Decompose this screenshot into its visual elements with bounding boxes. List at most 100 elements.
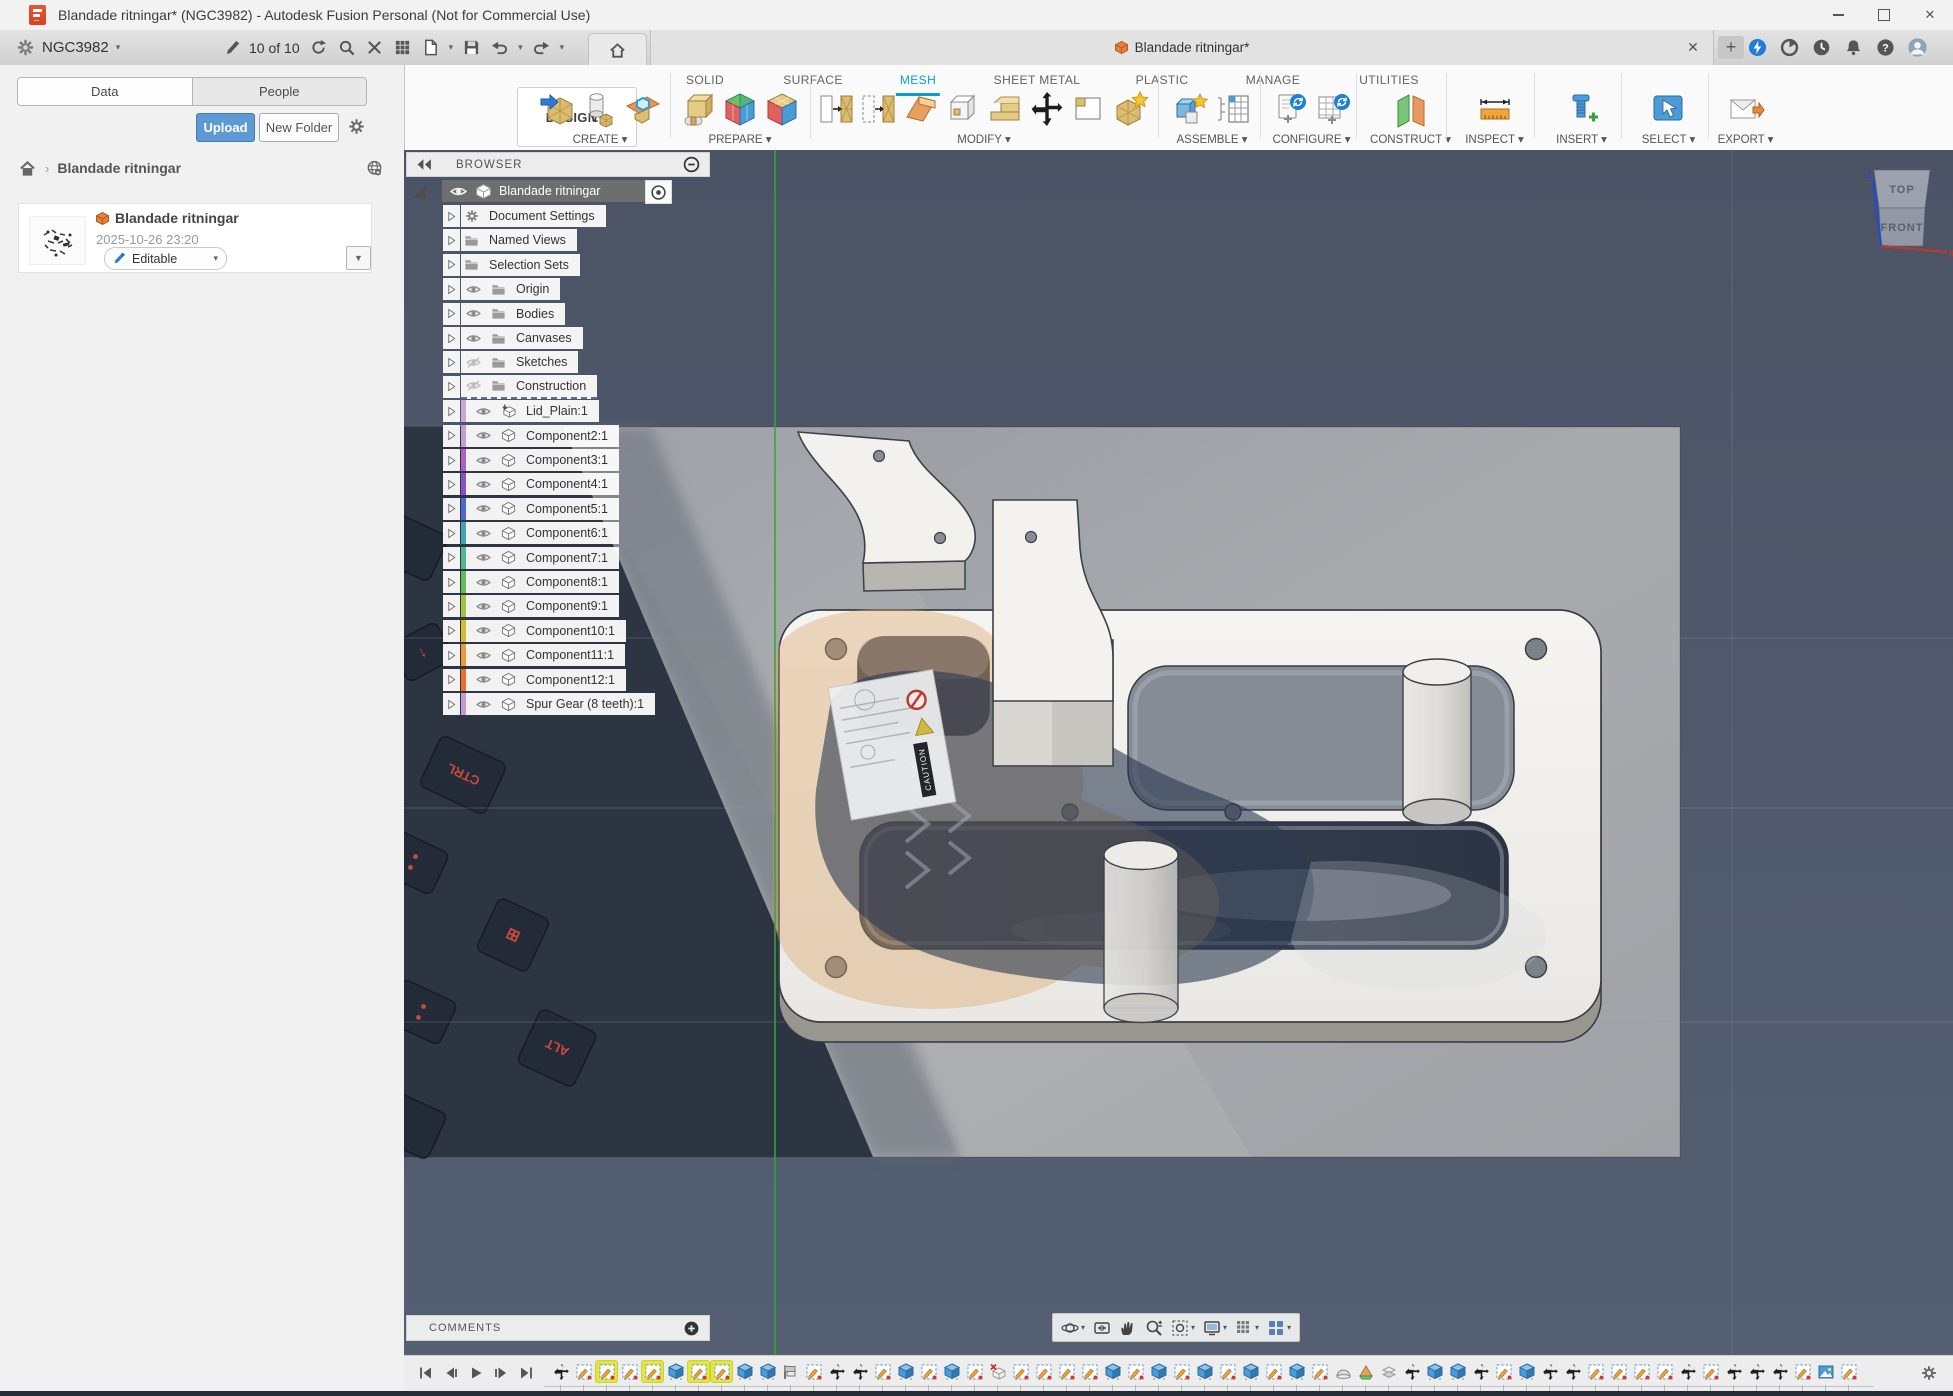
timeline-feature-sketch[interactable] <box>1079 1361 1100 1382</box>
browser-item-label[interactable]: Construction <box>512 379 586 393</box>
navbar-zoom-icon[interactable] <box>1145 1319 1163 1337</box>
browser-item-label[interactable]: Spur Gear (8 teeth):1 <box>522 697 644 711</box>
browser-item-label[interactable]: Sketches <box>512 355 567 369</box>
browser-item-label[interactable]: Bodies <box>512 307 554 321</box>
timeline-feature-sketch[interactable] <box>1792 1361 1813 1382</box>
timeline-feature-sketch[interactable] <box>1585 1361 1606 1382</box>
redo-caret-icon[interactable]: ▾ <box>560 42 565 53</box>
browser-item-label[interactable]: Named Views <box>485 233 566 247</box>
browser-item-label[interactable]: Component7:1 <box>522 551 608 565</box>
breadcrumb-folder[interactable]: Blandade ritningar <box>57 160 181 176</box>
timeline-step-back-button[interactable] <box>441 1363 461 1383</box>
expand-chevron-icon[interactable] <box>443 376 460 398</box>
navbar-pan-icon[interactable] <box>1119 1319 1137 1337</box>
create-cylinder-icon[interactable] <box>580 89 620 129</box>
visibility-off-icon[interactable] <box>464 357 483 368</box>
timeline-feature-extrude[interactable] <box>1102 1361 1123 1382</box>
expand-chevron-icon[interactable] <box>443 449 460 471</box>
timeline-feature-extrude[interactable] <box>1194 1361 1215 1382</box>
timeline-feature-move[interactable] <box>1401 1361 1422 1382</box>
visibility-on-icon[interactable] <box>474 430 493 441</box>
user-avatar[interactable] <box>1908 38 1927 57</box>
navbar-viewports-icon[interactable]: ▾ <box>1267 1319 1291 1337</box>
timeline-go-start-button[interactable] <box>416 1363 436 1383</box>
visibility-on-icon[interactable] <box>464 308 483 319</box>
visibility-on-icon[interactable] <box>474 479 493 490</box>
browser-item-label[interactable]: Component12:1 <box>522 673 615 687</box>
timeline-play-button[interactable] <box>466 1363 486 1383</box>
mod-steps-icon[interactable] <box>985 89 1025 129</box>
browser-item-label[interactable]: Component11:1 <box>522 648 614 662</box>
browser-item-lid-plain-1[interactable]: Lid_Plain:1 <box>443 400 599 422</box>
browser-item-component10-1[interactable]: Component10:1 <box>443 620 626 642</box>
expand-chevron-icon[interactable] <box>443 669 460 691</box>
browser-item-label[interactable]: Component9:1 <box>522 599 608 613</box>
expand-chevron-icon[interactable] <box>443 522 460 544</box>
visibility-on-icon[interactable] <box>474 699 493 710</box>
home-tab[interactable] <box>588 33 647 66</box>
mod-panel-icon[interactable] <box>817 89 857 129</box>
expand-chevron-icon[interactable] <box>443 595 460 617</box>
timeline-feature-sketch[interactable] <box>619 1361 640 1382</box>
visibility-on-icon[interactable] <box>474 650 493 661</box>
timeline-feature-sketch[interactable] <box>1309 1361 1330 1382</box>
browser-item-component11-1[interactable]: Component11:1 <box>443 644 625 666</box>
timeline-feature-extrude[interactable] <box>665 1361 686 1382</box>
file-caret-icon[interactable]: ▾ <box>449 42 454 53</box>
visibility-on-icon[interactable] <box>464 284 483 295</box>
project-caret-icon[interactable]: ▾ <box>116 42 121 53</box>
timeline-feature-extrude[interactable] <box>1447 1361 1468 1382</box>
expand-chevron-icon[interactable] <box>443 303 460 325</box>
timeline-feature-sketch[interactable] <box>918 1361 939 1382</box>
export-box-icon[interactable] <box>1726 89 1766 129</box>
browser-item-label[interactable]: Component2:1 <box>522 429 608 443</box>
browser-item-canvases[interactable]: Canvases <box>443 327 583 349</box>
timeline-feature-sketch[interactable] <box>1608 1361 1629 1382</box>
search-icon[interactable] <box>337 38 356 57</box>
timeline-feature-sketch[interactable] <box>1171 1361 1192 1382</box>
timeline-feature-sketch[interactable] <box>1217 1361 1238 1382</box>
mod-block-icon[interactable] <box>943 89 983 129</box>
construct-plane-icon[interactable] <box>1391 89 1431 129</box>
timeline-feature-move[interactable] <box>1769 1361 1790 1382</box>
breadcrumb-home-icon[interactable] <box>18 159 37 178</box>
timeline-feature-sketch[interactable] <box>1631 1361 1652 1382</box>
visibility-on-icon[interactable] <box>464 333 483 344</box>
prep-color2-icon[interactable] <box>762 89 802 129</box>
mod-wedge-icon[interactable] <box>901 89 941 129</box>
timeline-feature-sketch[interactable] <box>803 1361 824 1382</box>
browser-item-construction[interactable]: Construction <box>443 376 597 398</box>
expand-chevron-icon[interactable] <box>443 473 460 495</box>
timeline-feature-sketch[interactable] <box>1263 1361 1284 1382</box>
visibility-on-icon[interactable] <box>474 406 493 417</box>
select-cursor-icon[interactable] <box>1649 89 1689 129</box>
inspect-measure-icon[interactable] <box>1475 89 1515 129</box>
timeline-feature-sketch[interactable] <box>964 1361 985 1382</box>
navbar-display-icon[interactable]: ▾ <box>1203 1319 1227 1337</box>
browser-item-spur-gear-8-teeth-1[interactable]: Spur Gear (8 teeth):1 <box>443 693 655 715</box>
maximize-button[interactable] <box>1861 0 1907 30</box>
timeline-feature-extrude[interactable] <box>1148 1361 1169 1382</box>
browser-item-origin[interactable]: Origin <box>443 278 560 300</box>
model-cylinder-center[interactable] <box>1104 841 1178 1023</box>
viewcube-top-face[interactable]: TOP <box>1889 184 1914 196</box>
asm-new-icon[interactable] <box>1171 89 1211 129</box>
timeline-feature-extrude[interactable] <box>734 1361 755 1382</box>
visibility-on-icon[interactable] <box>474 503 493 514</box>
timeline-feature-move[interactable] <box>849 1361 870 1382</box>
visibility-on-icon[interactable] <box>474 577 493 588</box>
timeline-feature-move[interactable] <box>1677 1361 1698 1382</box>
browser-item-component2-1[interactable]: Component2:1 <box>443 425 619 447</box>
browser-item-component4-1[interactable]: Component4:1 <box>443 473 619 495</box>
undo-caret-icon[interactable]: ▾ <box>518 42 523 53</box>
browser-minimize-icon[interactable] <box>682 155 701 174</box>
browser-item-bodies[interactable]: Bodies <box>443 303 565 325</box>
expand-chevron-icon[interactable] <box>443 571 460 593</box>
timeline-feature-extrude[interactable] <box>757 1361 778 1382</box>
timeline-feature-move[interactable] <box>1746 1361 1767 1382</box>
timeline-feature-extrude[interactable] <box>895 1361 916 1382</box>
design-status-dropdown[interactable]: Editable ▾ <box>104 247 227 270</box>
timeline-feature-delete[interactable] <box>987 1361 1008 1382</box>
visibility-on-icon[interactable] <box>474 455 493 466</box>
expand-chevron-icon[interactable] <box>443 278 460 300</box>
